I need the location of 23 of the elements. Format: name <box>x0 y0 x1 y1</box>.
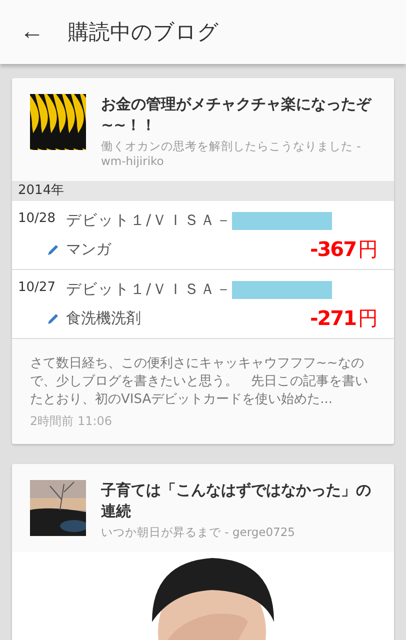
post-time: 2時間前 11:06 <box>29 413 114 430</box>
transaction-date: 10/27 <box>18 280 56 295</box>
payee-text: デビット１/ＶＩＳＡ－ <box>66 211 232 230</box>
memo-text: マンガ <box>66 240 112 259</box>
year-header: 2014年 <box>12 181 394 201</box>
payee-text: デビット１/ＶＩＳＡ－ <box>66 280 232 299</box>
transaction-date: 10/28 <box>18 211 56 226</box>
blog-source: いつか朝日が昇るまで - gerge0725 <box>101 525 296 540</box>
amount-text: -367 <box>310 237 356 261</box>
currency-text: 円 <box>358 305 378 332</box>
back-button[interactable]: ← <box>20 20 44 44</box>
blog-card[interactable] <box>12 78 394 444</box>
post-title[interactable]: 子育ては「こんなはずではなかった」の連続 <box>101 480 376 522</box>
pencil-icon <box>46 312 60 326</box>
blog-card[interactable]: 子育ては「こんなはずではなかった」の連続 いつか朝日が昇るまで - gerge0725 <box>12 464 394 640</box>
amount-text: -271 <box>310 306 356 330</box>
memo-text: 食洗機洗剤 <box>66 309 142 328</box>
pencil-icon <box>46 242 60 256</box>
screen-title: 購読中のブログ <box>68 19 219 46</box>
blog-source: 働くオカンの思考を解剖したらこうなりました - wm-hijiriko <box>101 139 362 169</box>
post-excerpt: さて数日経ち、この便利さにキャッキャウフフフ~~なので、少しブログを書きたいと思う。 先日この記事を書いたとおり、初のVISAデビットカードを使い始めた... <box>29 355 369 409</box>
post-title[interactable]: お金の管理がメチャクチャ楽になったぞ~~！！ <box>101 94 376 136</box>
currency-text: 円 <box>358 236 378 263</box>
